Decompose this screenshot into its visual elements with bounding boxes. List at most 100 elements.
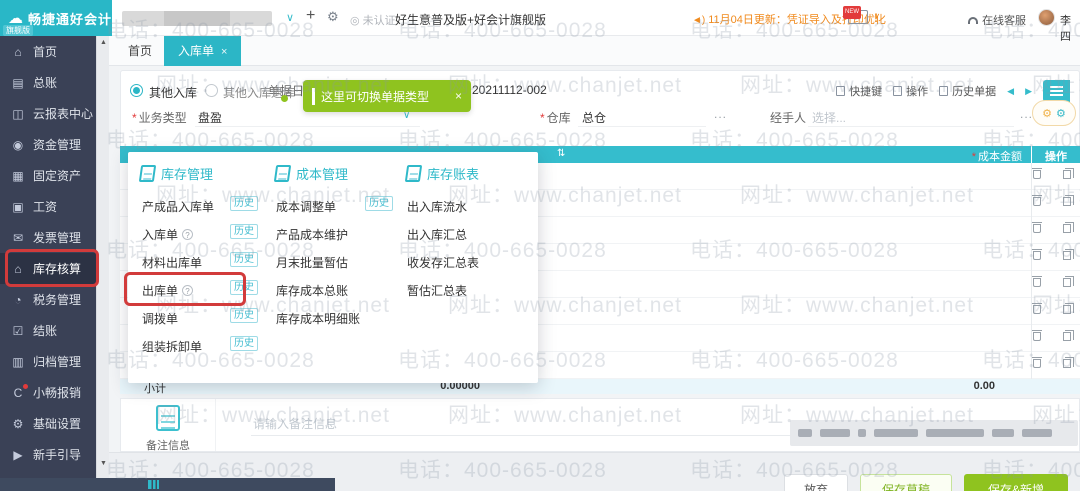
menu-material-outbound[interactable]: 材料出库单: [142, 254, 202, 271]
handler-placeholder[interactable]: 选择...: [812, 109, 846, 126]
menu-assembly-order[interactable]: 组装拆卸单: [142, 338, 202, 355]
history-badge[interactable]: 历史: [230, 308, 258, 323]
menu-estimate-summary[interactable]: 暂估汇总表: [407, 282, 467, 299]
speaker-icon: ◄): [692, 15, 706, 26]
menu-month-end-estimate[interactable]: 月末批量暂估: [276, 254, 348, 271]
copy-row-icon[interactable]: [1063, 303, 1074, 314]
copy-row-icon[interactable]: [1063, 276, 1074, 287]
radio-other-inbound[interactable]: [130, 84, 143, 97]
edition-label: 好生意普及版+好会计旗舰版: [395, 13, 547, 27]
user-avatar[interactable]: [1038, 9, 1055, 26]
cert-icon: ◎: [350, 15, 360, 27]
sidebar-item-archive[interactable]: ▥ 归档管理: [0, 346, 96, 377]
doc-stack-icon: [138, 165, 157, 182]
invoice-icon: ✉: [12, 230, 24, 245]
amount-settings-button[interactable]: ⚙ ⚙: [1032, 100, 1076, 126]
home-icon: ⌂: [14, 44, 22, 59]
user-name[interactable]: 李四: [1060, 12, 1080, 44]
warehouse-value[interactable]: 总仓: [582, 109, 606, 126]
menu-inventory-cost-ledger[interactable]: 库存成本总账: [276, 282, 348, 299]
tab-home[interactable]: 首页: [114, 36, 166, 66]
sidebar-item-cloud-reports[interactable]: ◫ 云报表中心: [0, 98, 96, 129]
save-and-new-button[interactable]: 保存&新增: [964, 474, 1068, 491]
history-badge[interactable]: 历史: [230, 196, 258, 211]
sidebar-item-general-ledger[interactable]: ▤ 总账: [0, 67, 96, 98]
radio-other-inbound-label[interactable]: 其他入库: [149, 84, 197, 101]
close-tab-icon[interactable]: ×: [221, 46, 227, 58]
sidebar-item-home[interactable]: ⌂ 首页: [0, 36, 96, 67]
account-name-redacted[interactable]: [122, 11, 272, 26]
operations-button[interactable]: 操作: [893, 83, 928, 99]
tooltip-close-icon[interactable]: ×: [455, 89, 462, 103]
next-doc-arrow[interactable]: ▶: [1025, 86, 1032, 97]
sidebar-item-basic-settings[interactable]: ⚙ 基础设置: [0, 408, 96, 439]
delete-row-icon[interactable]: [1032, 195, 1042, 206]
copy-row-icon[interactable]: [1063, 168, 1074, 179]
menu-in-out-flow[interactable]: 出入库流水: [407, 198, 467, 215]
menu-product-cost-maintain[interactable]: 产品成本维护: [276, 226, 348, 243]
settings-gear-icon[interactable]: ⚙: [327, 9, 339, 25]
menu-receive-send-summary[interactable]: 收发存汇总表: [407, 254, 479, 271]
warehouse-more-button[interactable]: ...: [714, 107, 727, 121]
sidebar-item-closing[interactable]: ☑ 结账: [0, 315, 96, 346]
sidebar-item-payroll[interactable]: ▣ 工资: [0, 191, 96, 222]
discard-button[interactable]: 放弃: [784, 474, 848, 491]
ledger-icon: ▤: [12, 75, 24, 90]
delete-row-icon[interactable]: [1032, 249, 1042, 260]
add-tab-button[interactable]: +: [306, 7, 315, 25]
remark-label-cell: 备注信息: [121, 399, 216, 452]
online-support-button[interactable]: 在线客服: [968, 12, 1026, 28]
scroll-up-icon[interactable]: ▲: [100, 39, 107, 46]
delete-row-icon[interactable]: [1032, 168, 1042, 179]
sort-icon[interactable]: ⇅: [557, 148, 565, 159]
gear-teal-icon: ⚙: [1056, 107, 1066, 120]
list-view-button[interactable]: [1043, 80, 1070, 102]
save-draft-button[interactable]: 保存草稿: [860, 474, 952, 491]
video-guide-icon[interactable]: ▶NEW: [843, 6, 868, 24]
notepad-icon: [156, 405, 180, 431]
menu-cost-adjustment[interactable]: 成本调整单: [276, 198, 336, 215]
history-docs-button[interactable]: 历史单据: [939, 83, 996, 99]
shortcut-keys-button[interactable]: 快捷键: [836, 83, 882, 99]
app-window: ☁ 畅捷通好会计 旗舰版 ∨ + ⚙ ◎ 未认证 好生意普及版+好会计旗舰版 ◄…: [0, 0, 1080, 491]
delete-row-icon[interactable]: [1032, 330, 1042, 341]
menu-inventory-cost-detail[interactable]: 库存成本明细账: [276, 310, 360, 327]
delete-row-icon[interactable]: [1032, 222, 1042, 233]
scroll-down-icon[interactable]: ▼: [100, 460, 107, 467]
sidebar-item-fixed-assets[interactable]: ▦ 固定资产: [0, 160, 96, 191]
sidebar-item-beginner-guide[interactable]: ▶ 新手引导: [0, 439, 96, 470]
copy-row-icon[interactable]: [1063, 195, 1074, 206]
sidebar-item-reimburse[interactable]: C 小畅报销: [0, 377, 96, 408]
delete-row-icon[interactable]: [1032, 357, 1042, 368]
prev-doc-arrow[interactable]: ◀: [1007, 86, 1014, 97]
help-icon[interactable]: ?: [182, 229, 194, 240]
copy-row-icon[interactable]: [1063, 222, 1074, 233]
tab-inbound-order[interactable]: 入库单 ×: [164, 36, 242, 66]
history-badge[interactable]: 历史: [230, 252, 258, 267]
doc-number[interactable]: 20211112-002: [472, 83, 547, 97]
history-badge[interactable]: 历史: [365, 196, 393, 211]
headset-icon: [968, 16, 978, 24]
menu-transfer-order[interactable]: 调拨单: [142, 310, 178, 327]
bottom-collapse-bar[interactable]: [0, 478, 335, 491]
copy-row-icon[interactable]: [1063, 330, 1074, 341]
history-badge[interactable]: 历史: [230, 224, 258, 239]
menu-in-out-summary[interactable]: 出入库汇总: [407, 226, 467, 243]
biz-type-value[interactable]: 盘盈: [198, 109, 222, 126]
delete-row-icon[interactable]: [1032, 276, 1042, 287]
menu-finished-goods-inbound[interactable]: 产成品入库单: [142, 198, 214, 215]
sidebar-item-tax[interactable]: ◔ 税务管理: [0, 284, 96, 315]
delete-row-icon[interactable]: [1032, 303, 1042, 314]
inventory-reports-header: 库存账表: [404, 164, 479, 183]
radio-other-inbound-return[interactable]: [205, 84, 218, 97]
edition-badge: 旗舰版: [3, 25, 33, 36]
assets-icon: ▦: [12, 168, 24, 183]
chevron-down-icon[interactable]: ∨: [286, 11, 294, 24]
doc-search-icon: [273, 165, 292, 182]
menu-inbound-order[interactable]: 入库单?: [142, 226, 194, 243]
copy-row-icon[interactable]: [1063, 357, 1074, 368]
copy-row-icon[interactable]: [1063, 249, 1074, 260]
sidebar-item-funds[interactable]: ◉ 资金管理: [0, 129, 96, 160]
redacted-region: [790, 420, 1078, 446]
history-badge[interactable]: 历史: [230, 336, 258, 351]
